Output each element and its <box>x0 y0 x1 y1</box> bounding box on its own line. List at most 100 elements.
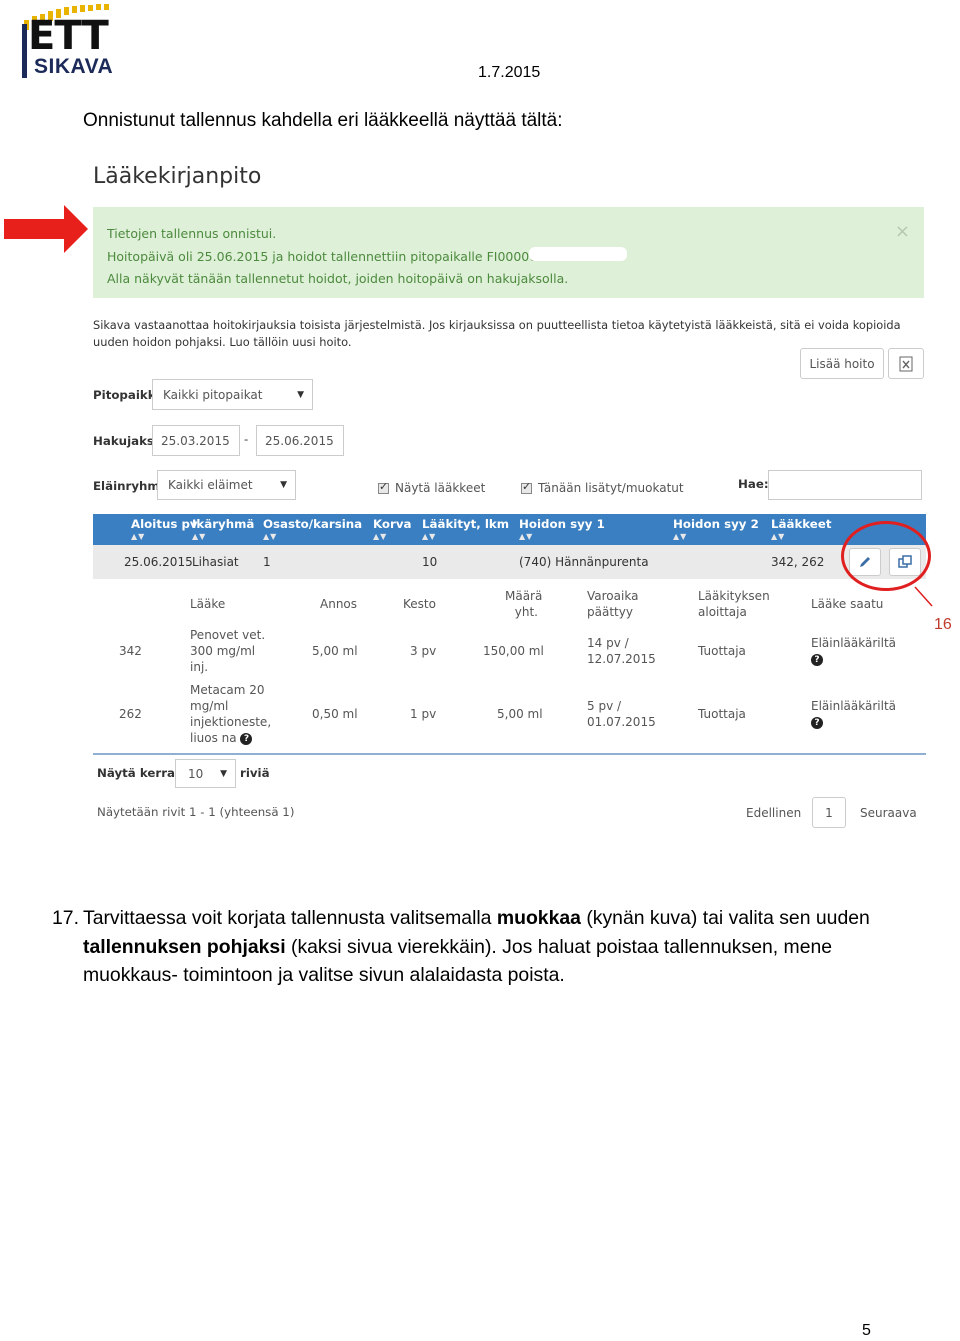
sub-col-varoaika-2: päättyy <box>587 605 633 619</box>
alert-line-1: Tietojen tallennus onnistui. <box>107 226 277 241</box>
callout-line <box>914 586 933 607</box>
laake-line: liuos na <box>190 731 237 745</box>
step-text: Tarvittaessa voit korjata tallennusta va… <box>83 904 878 990</box>
page-title: Lääkekirjanpito <box>93 164 262 189</box>
laake-line: injektioneste, <box>190 715 272 729</box>
chevron-down-icon: ▼ <box>220 768 227 779</box>
logo-ett: ETT <box>28 13 109 59</box>
success-alert: Tietojen tallennus onnistui. Hoitopäivä … <box>93 207 924 298</box>
sort-icon: ▲▼ <box>131 532 146 541</box>
col-laakityt[interactable]: Lääkityt, lkm ▲▼ <box>422 517 509 541</box>
redaction-mark <box>529 247 627 261</box>
sort-icon: ▲▼ <box>192 532 207 541</box>
sub-col-maara: Määrä yht. <box>505 588 543 620</box>
checkbox-icon <box>378 480 389 494</box>
sub-col-maara-2: yht. <box>514 605 538 619</box>
table-bottom-border <box>93 753 926 755</box>
sub-col-laake: Lääke <box>190 597 226 611</box>
cell-osasto: 1 <box>263 555 271 569</box>
alert-line-2: Hoitopäivä oli 25.06.2015 ja hoidot tall… <box>107 248 538 264</box>
sub-col-aloittaja: Lääkityksen aloittaja <box>698 588 770 620</box>
page-number: 5 <box>862 1322 871 1339</box>
elainryhma-select[interactable]: Kaikki eläimet ▼ <box>157 470 296 500</box>
show-medicines-checkbox[interactable]: Näytä lääkkeet <box>378 480 485 495</box>
export-excel-button[interactable] <box>888 348 924 379</box>
page-1-button[interactable]: 1 <box>812 797 846 828</box>
sub-col-varoaika-1: Varoaika <box>587 589 639 603</box>
sub-col-varoaika: Varoaika päättyy <box>587 588 638 620</box>
search-input[interactable] <box>768 470 922 500</box>
col-osasto-label: Osasto/karsina <box>263 517 363 531</box>
date-from-input[interactable]: 25.03.2015 <box>152 425 240 456</box>
col-laakkeet-label: Lääkkeet <box>771 517 832 531</box>
col-korva[interactable]: Korva ▲▼ <box>373 517 412 541</box>
page-size-select[interactable]: 10 ▼ <box>175 759 236 788</box>
col-syy1[interactable]: Hoidon syy 1 ▲▼ <box>519 517 605 541</box>
varoaika-line: 12.07.2015 <box>587 652 656 666</box>
sub-col-aloittaja-1: Lääkityksen <box>698 589 770 603</box>
ett-sikava-logo: ETT SIKAVA <box>18 4 118 80</box>
question-icon[interactable]: ? <box>811 716 823 729</box>
cell-laakityt: 10 <box>422 555 438 569</box>
sort-icon: ▲▼ <box>771 532 786 541</box>
col-syy2-label: Hoidon syy 2 <box>673 517 759 531</box>
intro-text: Onnistunut tallennus kahdella eri lääkke… <box>83 110 563 131</box>
sub-row-1-id: 342 <box>119 644 142 658</box>
col-aloitus[interactable]: Aloitus pv ▲▼ <box>131 517 198 541</box>
sort-icon: ▲▼ <box>263 532 278 541</box>
pitopaikka-value: Kaikki pitopaikat <box>163 387 263 402</box>
laake-line: mg/ml <box>190 699 229 713</box>
col-ikaryhma[interactable]: Ikäryhmä ▲▼ <box>192 517 254 541</box>
laake-line: Metacam 20 <box>190 683 265 697</box>
prev-page-button[interactable]: Edellinen <box>746 805 801 821</box>
sort-icon: ▲▼ <box>373 532 388 541</box>
step-bold-template: tallennuksen pohjaksi <box>83 935 286 958</box>
chevron-down-icon: ▼ <box>297 389 304 400</box>
sub-row-2-varoaika: 5 pv / 01.07.2015 <box>587 698 656 730</box>
sort-icon: ▲▼ <box>519 532 534 541</box>
callout-number: 16 <box>934 616 952 633</box>
logo-sikava: SIKAVA <box>34 55 114 78</box>
page-size-value: 10 <box>188 766 204 781</box>
added-today-label: Tänään lisätyt/muokatut <box>538 481 684 495</box>
date-to-input[interactable]: 25.06.2015 <box>256 425 344 456</box>
pitopaikka-select[interactable]: Kaikki pitopaikat ▼ <box>152 379 313 410</box>
sub-row-2-saatu: Eläinlääkäriltä ? <box>811 698 896 730</box>
col-aloitus-label: Aloitus pv <box>131 517 198 531</box>
added-today-checkbox[interactable]: Tänään lisätyt/muokatut <box>521 480 684 495</box>
col-osasto[interactable]: Osasto/karsina ▲▼ <box>263 517 362 541</box>
laake-line-4: liuos na ? <box>190 730 271 746</box>
question-icon[interactable]: ? <box>811 653 823 666</box>
cell-syy1: (740) Hännänpurenta <box>519 555 649 569</box>
col-laakkeet[interactable]: Lääkkeet ▲▼ <box>771 517 831 541</box>
laake-line: inj. <box>190 660 209 674</box>
step-text-a: Tarvittaessa voit korjata tallennusta va… <box>83 907 497 929</box>
close-icon[interactable]: × <box>895 221 910 244</box>
next-page-button[interactable]: Seuraava <box>860 805 917 821</box>
search-label: Hae: <box>738 477 769 491</box>
step-number: 17. <box>52 907 79 929</box>
excel-icon <box>899 356 913 371</box>
sub-row-2-maara: 5,00 ml <box>497 707 543 721</box>
info-text: Sikava vastaanottaa hoitokirjauksia tois… <box>93 318 901 349</box>
sub-row-2-aloittaja: Tuottaja <box>698 707 746 721</box>
chevron-down-icon: ▼ <box>280 480 287 490</box>
step-bold-edit: muokkaa <box>496 907 581 929</box>
sub-row-1-kesto: 3 pv <box>410 644 437 658</box>
sub-col-maara-1: Määrä <box>505 589 543 603</box>
table-row[interactable]: 25.06.2015 Lihasiat 1 10 (740) Hännänpur… <box>93 545 926 579</box>
add-treatment-button[interactable]: Lisää hoito <box>800 348 884 379</box>
sub-col-saatu: Lääke saatu <box>811 597 884 611</box>
sub-row-1-laake: Penovet vet. 300 mg/ml inj. <box>190 627 265 675</box>
question-icon[interactable]: ? <box>240 732 253 745</box>
varoaika-line: 5 pv / <box>587 699 622 713</box>
cell-ikaryhma: Lihasiat <box>192 555 239 569</box>
laake-line: Penovet vet. <box>190 628 266 642</box>
col-syy2[interactable]: Hoidon syy 2 ▲▼ <box>673 517 759 541</box>
step-text-b: (kynän kuva) tai valita sen uuden <box>580 907 870 929</box>
varoaika-line: 01.07.2015 <box>587 715 656 729</box>
sub-row-2-annos: 0,50 ml <box>312 707 358 721</box>
col-korva-label: Korva <box>373 517 412 531</box>
sub-col-aloittaja-2: aloittaja <box>698 605 747 619</box>
sub-row-2-kesto: 1 pv <box>410 707 437 721</box>
